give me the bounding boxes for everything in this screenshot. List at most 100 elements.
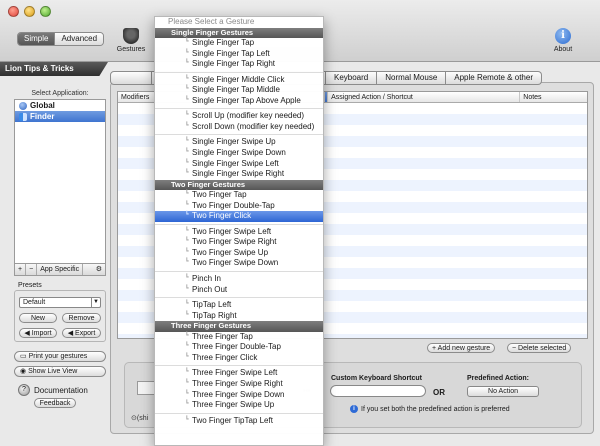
menu-group-header: Three Finger Gestures <box>155 321 323 332</box>
preset-select-value: Default <box>23 299 46 306</box>
menu-item[interactable]: Three Finger Click <box>155 352 323 364</box>
gesture-select-menu[interactable]: Please Select a Gesture Single Finger Ge… <box>154 16 324 446</box>
menu-group-header: Two Finger Gestures <box>155 179 323 191</box>
menu-item[interactable]: Scroll Down (modifier key needed) <box>155 121 323 133</box>
remove-application-button[interactable]: − <box>26 264 38 275</box>
custom-shortcut-label: Custom Keyboard Shortcut <box>331 375 423 382</box>
gestures-toolbar-label: Gestures <box>116 46 146 53</box>
app-item-label: Finder <box>30 112 55 121</box>
presets-group: Default ▼ New Remove ◀ Import ◀ Export <box>14 290 106 342</box>
menu-item[interactable]: Three Finger Tap <box>155 331 323 343</box>
gear-icon[interactable]: ⚙ <box>93 264 105 275</box>
add-application-button[interactable]: + <box>15 264 27 275</box>
menu-item[interactable]: Single Finger Tap Middle <box>155 84 323 96</box>
documentation-row[interactable]: ? Documentation <box>18 384 88 396</box>
zoom-window-button[interactable] <box>40 6 51 17</box>
menu-item[interactable]: Two Finger Tap <box>155 189 323 201</box>
predefined-action-value: No Action <box>488 388 518 395</box>
remove-preset-button[interactable]: Remove <box>62 313 101 323</box>
globe-icon <box>19 101 27 110</box>
eye-icon: ◉ <box>20 368 29 375</box>
show-live-view-button[interactable]: ◉ Show Live View <box>14 366 106 377</box>
documentation-label: Documentation <box>34 385 88 395</box>
menu-item[interactable]: Scroll Up (modifier key needed) <box>155 110 323 122</box>
menu-item[interactable]: Three Finger Swipe Right <box>155 378 323 390</box>
tab-normal-mouse[interactable]: Normal Mouse <box>377 71 447 85</box>
print-gestures-label: Print your gestures <box>28 353 88 360</box>
menu-item[interactable]: Single Finger Tap <box>155 37 323 49</box>
menu-item[interactable]: Pinch In <box>155 273 323 285</box>
import-preset-button[interactable]: ◀ Import <box>19 328 57 338</box>
menu-item[interactable]: Three Finger Double-Tap <box>155 341 323 353</box>
menu-item[interactable]: Two Finger Double-Tap <box>155 200 323 212</box>
minimize-window-button[interactable] <box>24 6 35 17</box>
menu-item[interactable]: Single Finger Swipe Up <box>155 137 323 148</box>
select-application-label: Select Application: <box>31 90 89 97</box>
app-window: Simple Advanced Gestures i About Lion Ti… <box>0 0 600 446</box>
menu-item[interactable]: Single Finger Swipe Right <box>155 168 323 180</box>
menu-item[interactable]: TipTap Left <box>155 299 323 311</box>
gesture-menu-items: Single Finger GesturesSingle Finger TapS… <box>155 27 323 427</box>
menu-item[interactable]: Two Finger Swipe Right <box>155 236 323 248</box>
delete-selected-button[interactable]: − Delete selected <box>507 343 572 353</box>
column-assigned-action[interactable]: Assigned Action / Shortcut <box>328 92 521 102</box>
menu-item[interactable]: Two Finger Swipe Down <box>155 258 323 269</box>
shift-modifier-label: ⊙(shi <box>131 415 149 422</box>
preset-select[interactable]: Default ▼ <box>19 297 101 308</box>
info-icon: i <box>555 28 571 44</box>
application-list[interactable]: Global Finder <box>14 99 106 264</box>
menu-placeholder[interactable]: Please Select a Gesture <box>155 17 323 28</box>
predefined-action-label: Predefined Action: <box>467 375 529 382</box>
menu-item[interactable]: Three Finger Swipe Down <box>155 389 323 401</box>
menu-item[interactable]: Single Finger Middle Click <box>155 74 323 86</box>
menu-item[interactable]: Single Finger Tap Right <box>155 58 323 70</box>
mode-advanced-tab[interactable]: Advanced <box>54 33 104 45</box>
mode-simple-tab[interactable]: Simple <box>18 33 55 45</box>
application-list-toolbar: + − App Specific ⚙ <box>14 264 106 276</box>
list-item-global[interactable]: Global <box>15 100 105 111</box>
tab-trackpad[interactable] <box>110 71 152 85</box>
help-icon: ? <box>18 384 30 396</box>
new-preset-button[interactable]: New <box>19 313 57 323</box>
live-view-label: Show Live View <box>28 368 78 375</box>
lion-tips-banner[interactable]: Lion Tips & Tricks <box>0 62 108 76</box>
menu-item[interactable]: Single Finger Tap Left <box>155 48 323 60</box>
menu-item[interactable]: Single Finger Swipe Down <box>155 147 323 159</box>
app-item-label: Global <box>30 101 55 110</box>
finder-icon <box>19 112 27 121</box>
menu-group-header: Single Finger Gestures <box>155 27 323 39</box>
modifier-keys-field[interactable] <box>137 381 155 395</box>
info-note: i If you set both the predefined action … <box>350 405 510 413</box>
menu-item[interactable]: Two Finger Swipe Left <box>155 226 323 238</box>
about-toolbar-label: About <box>553 46 573 53</box>
shortcut-recorder-field[interactable] <box>330 385 426 397</box>
menu-item[interactable]: Two Finger TipTap Left <box>155 415 323 427</box>
column-notes[interactable]: Notes <box>520 92 587 102</box>
tab-apple-remote[interactable]: Apple Remote & other <box>446 71 542 85</box>
tab-keyboard[interactable]: Keyboard <box>326 71 378 85</box>
info-icon: i <box>350 405 358 413</box>
export-preset-button[interactable]: ◀ Export <box>62 328 101 338</box>
printer-icon: ▭ <box>20 353 29 360</box>
menu-item[interactable]: Single Finger Tap Above Apple <box>155 95 323 107</box>
print-gestures-button[interactable]: ▭ Print your gestures <box>14 351 106 362</box>
close-window-button[interactable] <box>8 6 19 17</box>
menu-item[interactable]: Three Finger Swipe Up <box>155 399 323 411</box>
app-specific-button[interactable]: App Specific <box>37 264 84 275</box>
about-toolbar-button[interactable]: i About <box>548 28 578 53</box>
feedback-button[interactable]: Feedback <box>34 398 76 408</box>
menu-item[interactable]: Three Finger Swipe Left <box>155 367 323 379</box>
add-new-gesture-button[interactable]: + Add new gesture <box>427 343 496 353</box>
presets-label: Presets <box>18 282 42 289</box>
predefined-action-select[interactable]: No Action <box>467 386 539 397</box>
menu-item[interactable]: Single Finger Swipe Left <box>155 158 323 170</box>
info-note-text: If you set both the predefined action is… <box>361 405 510 413</box>
menu-item[interactable]: Pinch Out <box>155 284 323 296</box>
or-label: OR <box>433 388 445 397</box>
gestures-toolbar-button[interactable]: Gestures <box>116 28 146 53</box>
menu-item[interactable]: TipTap Right <box>155 310 323 322</box>
menu-item[interactable]: Two Finger Swipe Up <box>155 247 323 259</box>
mode-segmented-control: Simple Advanced <box>17 32 105 46</box>
list-item-finder[interactable]: Finder <box>15 111 105 122</box>
menu-item-selected[interactable]: Two Finger Click <box>155 210 323 222</box>
